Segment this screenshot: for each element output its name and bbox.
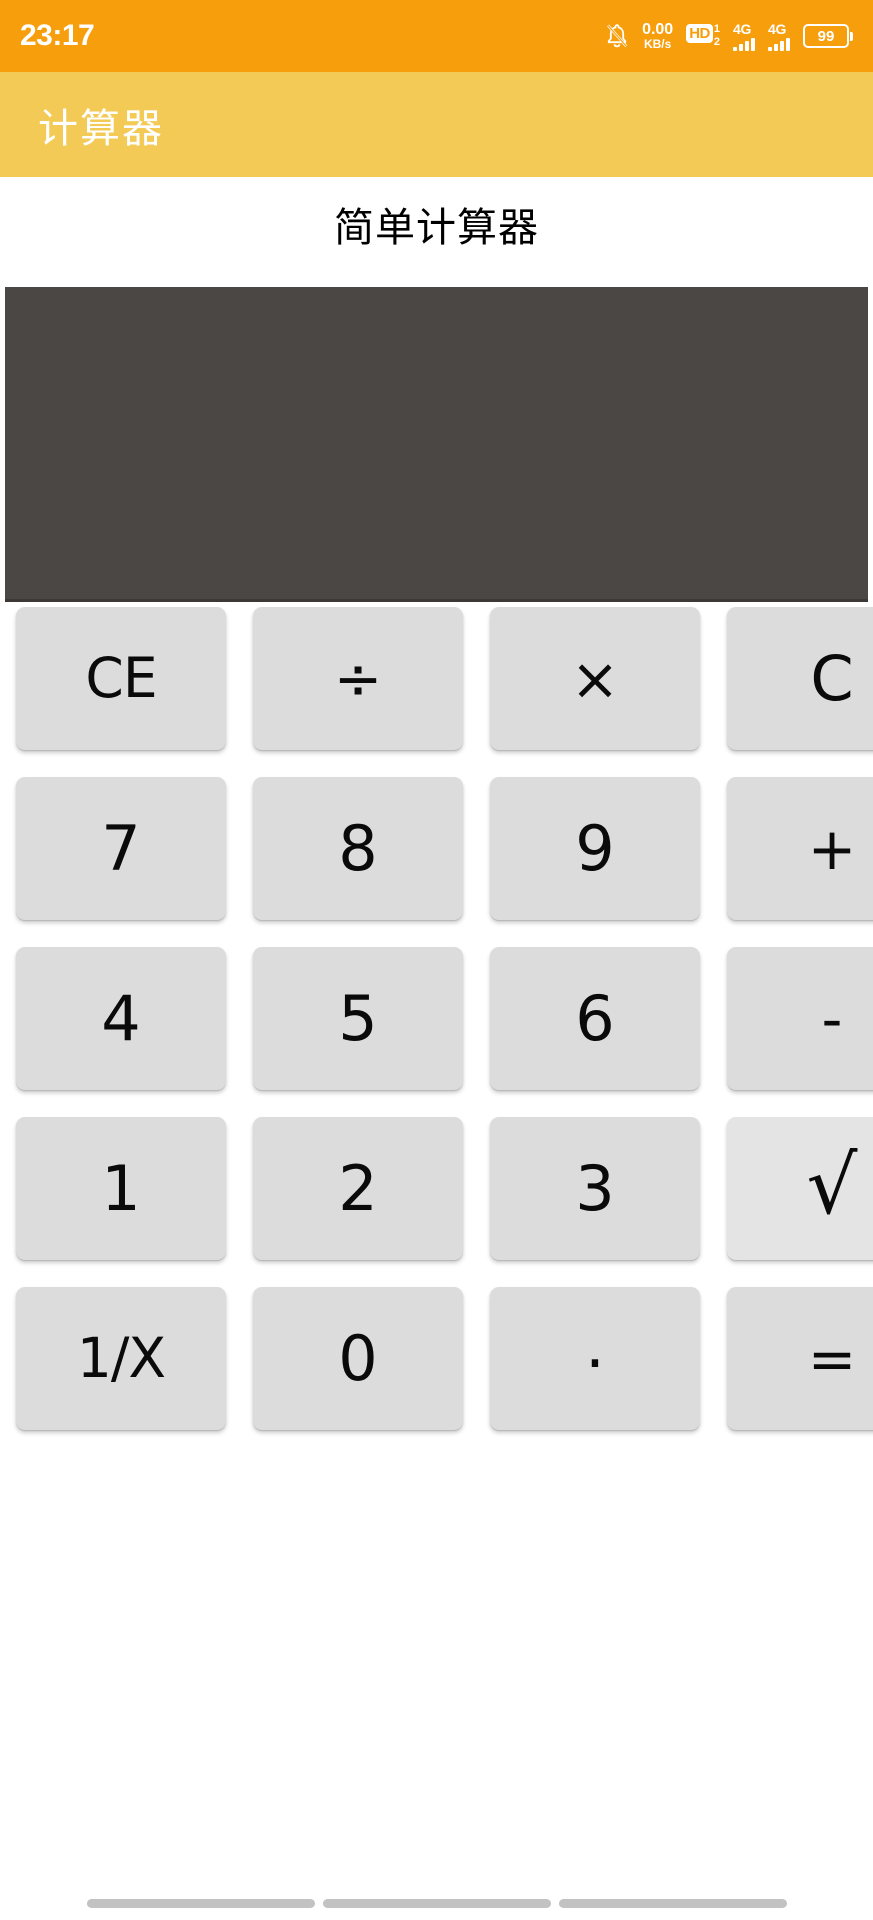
- status-bar-icon-group: 0.00 KB/s HD 1 2 4G 4G 99: [605, 20, 853, 52]
- page-title: 简单计算器: [334, 205, 539, 251]
- keypad-row: CE ÷ × C: [0, 607, 873, 777]
- sim1-network-label: 4G: [733, 20, 752, 37]
- key-clear[interactable]: C: [727, 607, 873, 750]
- hd-voice-badge: HD: [686, 24, 713, 43]
- app-bar-title: 计算器: [38, 105, 164, 152]
- keypad-row: 1/X 0. =: [0, 1287, 873, 1457]
- key-decimal-point[interactable]: .: [490, 1287, 700, 1430]
- key-9[interactable]: 9: [490, 777, 700, 920]
- key-multiply[interactable]: ×: [490, 607, 700, 750]
- key-1[interactable]: 1: [16, 1117, 226, 1260]
- network-speed-icon: 0.00 KB/s: [642, 20, 674, 52]
- key-divide[interactable]: ÷: [253, 607, 463, 750]
- app-bar: 计算器: [0, 72, 873, 177]
- keypad-row: 456-: [0, 947, 873, 1117]
- hd-sim-bottom-label: 2: [713, 36, 720, 48]
- keypad-row: 7 8 9 +: [0, 777, 873, 947]
- key-5[interactable]: 5: [253, 947, 463, 1090]
- sim2-signal-bars: [768, 37, 790, 51]
- network-speed-value: 0.00: [642, 20, 674, 38]
- bell-off-icon: [605, 23, 629, 49]
- status-bar-clock: 23:17: [20, 19, 95, 52]
- nav-home-pill[interactable]: [322, 1899, 551, 1908]
- sim2-network-label: 4G: [768, 20, 787, 37]
- key-0[interactable]: 0: [253, 1287, 463, 1430]
- key-8[interactable]: 8: [253, 777, 463, 920]
- battery-level-label: 99: [817, 27, 835, 45]
- key-7[interactable]: 7: [16, 777, 226, 920]
- battery-cap: [850, 31, 853, 41]
- key-minus[interactable]: -: [727, 947, 873, 1090]
- signal-4g-sim2-icon: 4G: [768, 22, 790, 51]
- calculator-display[interactable]: [5, 287, 868, 602]
- hd-voice-icon: HD 1 2: [686, 24, 720, 48]
- calculator-keypad: CE ÷ × C 7 8 9 +4 5 6-1 2 3 √ 1/X 0. =: [0, 607, 873, 1457]
- sim1-signal-bars: [733, 37, 755, 51]
- key-4[interactable]: 4: [16, 947, 226, 1090]
- nav-back-pill[interactable]: [86, 1899, 315, 1908]
- system-navigation-bar: [0, 1856, 873, 1920]
- status-bar: 23:17 0.00 KB/s HD 1 2 4G 4G 99: [0, 0, 873, 72]
- keypad-row: 1 2 3 √: [0, 1117, 873, 1287]
- key-plus[interactable]: +: [727, 777, 873, 920]
- key-6[interactable]: 6: [490, 947, 700, 1090]
- hd-sim-top-label: 1: [713, 23, 720, 35]
- key-2[interactable]: 2: [253, 1117, 463, 1260]
- signal-4g-sim1-icon: 4G: [733, 22, 755, 51]
- key-reciprocal[interactable]: 1/X: [16, 1287, 226, 1430]
- network-speed-unit: KB/s: [643, 37, 672, 52]
- key-3[interactable]: 3: [490, 1117, 700, 1260]
- key-square-root[interactable]: √: [727, 1117, 873, 1260]
- battery-icon: 99: [803, 24, 853, 48]
- key-equals[interactable]: =: [727, 1287, 873, 1430]
- nav-recents-pill[interactable]: [558, 1899, 787, 1908]
- key-clear-entry[interactable]: CE: [16, 607, 226, 750]
- main-content: 简单计算器 CE ÷ × C 7 8 9 +4 5 6-1 2 3 √ 1/X 0. =: [0, 177, 873, 1920]
